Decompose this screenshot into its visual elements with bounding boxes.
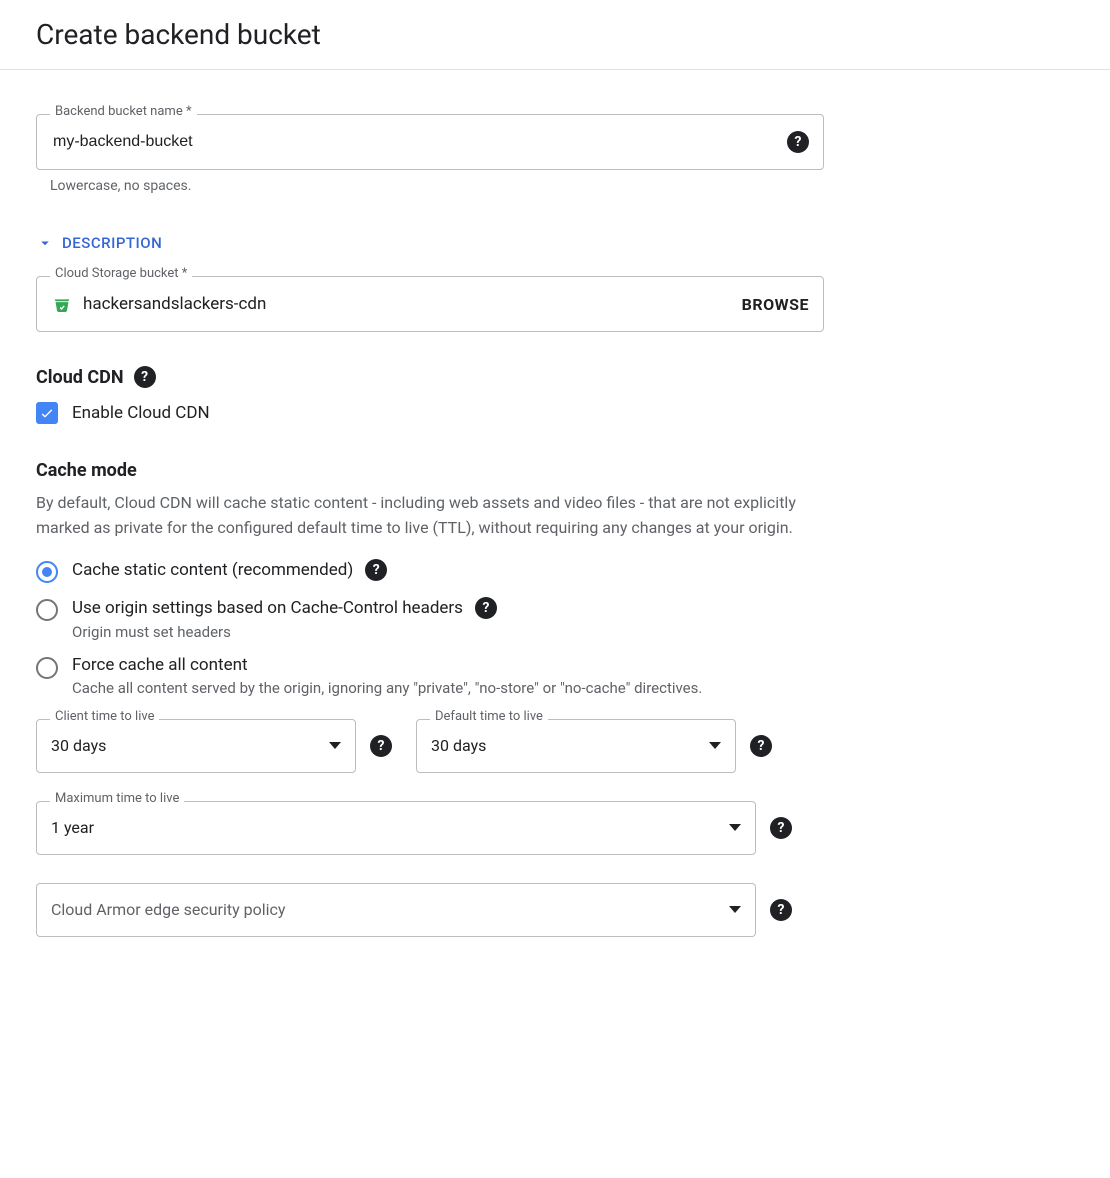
help-icon[interactable]: ? [365,559,387,581]
default-ttl-col: Default time to live 30 days ? [416,719,772,773]
client-ttl-col: Client time to live 30 days ? [36,719,392,773]
cloud-armor-select[interactable]: Cloud Armor edge security policy [36,883,756,937]
cloud-cdn-heading-text: Cloud CDN [36,367,124,388]
cloud-armor-row: Cloud Armor edge security policy ? [36,883,824,937]
cloud-armor-placeholder: Cloud Armor edge security policy [51,900,285,919]
backend-bucket-name-helper: Lowercase, no spaces. [36,178,824,194]
ttl-row: Client time to live 30 days ? Default ti… [36,719,824,773]
radio-sublabel: Cache all content served by the origin, … [72,679,824,697]
help-icon[interactable]: ? [787,131,809,153]
enable-cloud-cdn-checkbox[interactable] [36,402,58,424]
cloud-storage-bucket-field: Cloud Storage bucket * hackersandslacker… [36,276,824,332]
default-ttl-field: Default time to live 30 days [416,719,736,773]
radio-button[interactable] [36,599,58,621]
form-body: Backend bucket name * ? Lowercase, no sp… [0,70,860,977]
enable-cloud-cdn-row: Enable Cloud CDN [36,402,824,424]
help-icon[interactable]: ? [770,817,792,839]
max-ttl-value: 1 year [51,818,94,837]
cloud-armor-field: Cloud Armor edge security policy [36,883,756,937]
dropdown-caret-icon [729,906,741,913]
client-ttl-value: 30 days [51,736,106,755]
cache-mode-heading: Cache mode [36,460,824,481]
bucket-icon [51,293,73,315]
help-icon[interactable]: ? [475,597,497,619]
help-icon[interactable]: ? [770,899,792,921]
browse-button[interactable]: BROWSE [742,295,809,314]
description-expander-label: DESCRIPTION [62,234,162,252]
cache-mode-description: By default, Cloud CDN will cache static … [36,491,816,541]
cloud-storage-bucket-value: hackersandslackers-cdn [83,294,732,314]
cache-mode-option-static: Cache static content (recommended) ? [36,559,824,583]
max-ttl-select[interactable]: 1 year [36,801,756,855]
cloud-cdn-heading: Cloud CDN ? [36,366,824,388]
cloud-storage-bucket-box: hackersandslackers-cdn BROWSE [36,276,824,332]
radio-label: Force cache all content [72,655,248,675]
radio-button[interactable] [36,561,58,583]
cache-mode-radio-group: Cache static content (recommended) ? Use… [36,559,824,697]
radio-content: Use origin settings based on Cache-Contr… [72,597,824,641]
backend-bucket-name-box: ? [36,114,824,170]
help-icon[interactable]: ? [134,366,156,388]
page-header: Create backend bucket [0,0,1110,70]
chevron-down-icon [36,234,54,252]
default-ttl-value: 30 days [431,736,486,755]
backend-bucket-name-field: Backend bucket name * ? [36,114,824,170]
description-expander[interactable]: DESCRIPTION [36,234,824,252]
max-ttl-row: Maximum time to live 1 year ? [36,801,824,855]
backend-bucket-name-label: Backend bucket name * [50,105,197,118]
radio-label: Cache static content (recommended) [72,560,353,580]
radio-content: Cache static content (recommended) ? [72,559,824,581]
radio-button[interactable] [36,657,58,679]
cache-mode-option-force: Force cache all content Cache all conten… [36,655,824,697]
help-icon[interactable]: ? [370,735,392,757]
max-ttl-field: Maximum time to live 1 year [36,801,756,855]
client-ttl-label: Client time to live [50,710,159,723]
dropdown-caret-icon [709,742,721,749]
default-ttl-label: Default time to live [430,710,548,723]
client-ttl-select[interactable]: 30 days [36,719,356,773]
default-ttl-select[interactable]: 30 days [416,719,736,773]
enable-cloud-cdn-label: Enable Cloud CDN [72,403,210,423]
max-ttl-label: Maximum time to live [50,792,184,805]
dropdown-caret-icon [729,824,741,831]
help-icon[interactable]: ? [750,735,772,757]
dropdown-caret-icon [329,742,341,749]
radio-label: Use origin settings based on Cache-Contr… [72,598,463,618]
page-title: Create backend bucket [36,18,1074,51]
client-ttl-field: Client time to live 30 days [36,719,356,773]
radio-sublabel: Origin must set headers [72,623,824,641]
cloud-storage-bucket-label: Cloud Storage bucket * [50,267,192,280]
cache-mode-option-origin: Use origin settings based on Cache-Contr… [36,597,824,641]
backend-bucket-name-input[interactable] [51,132,777,152]
radio-content: Force cache all content Cache all conten… [72,655,824,697]
